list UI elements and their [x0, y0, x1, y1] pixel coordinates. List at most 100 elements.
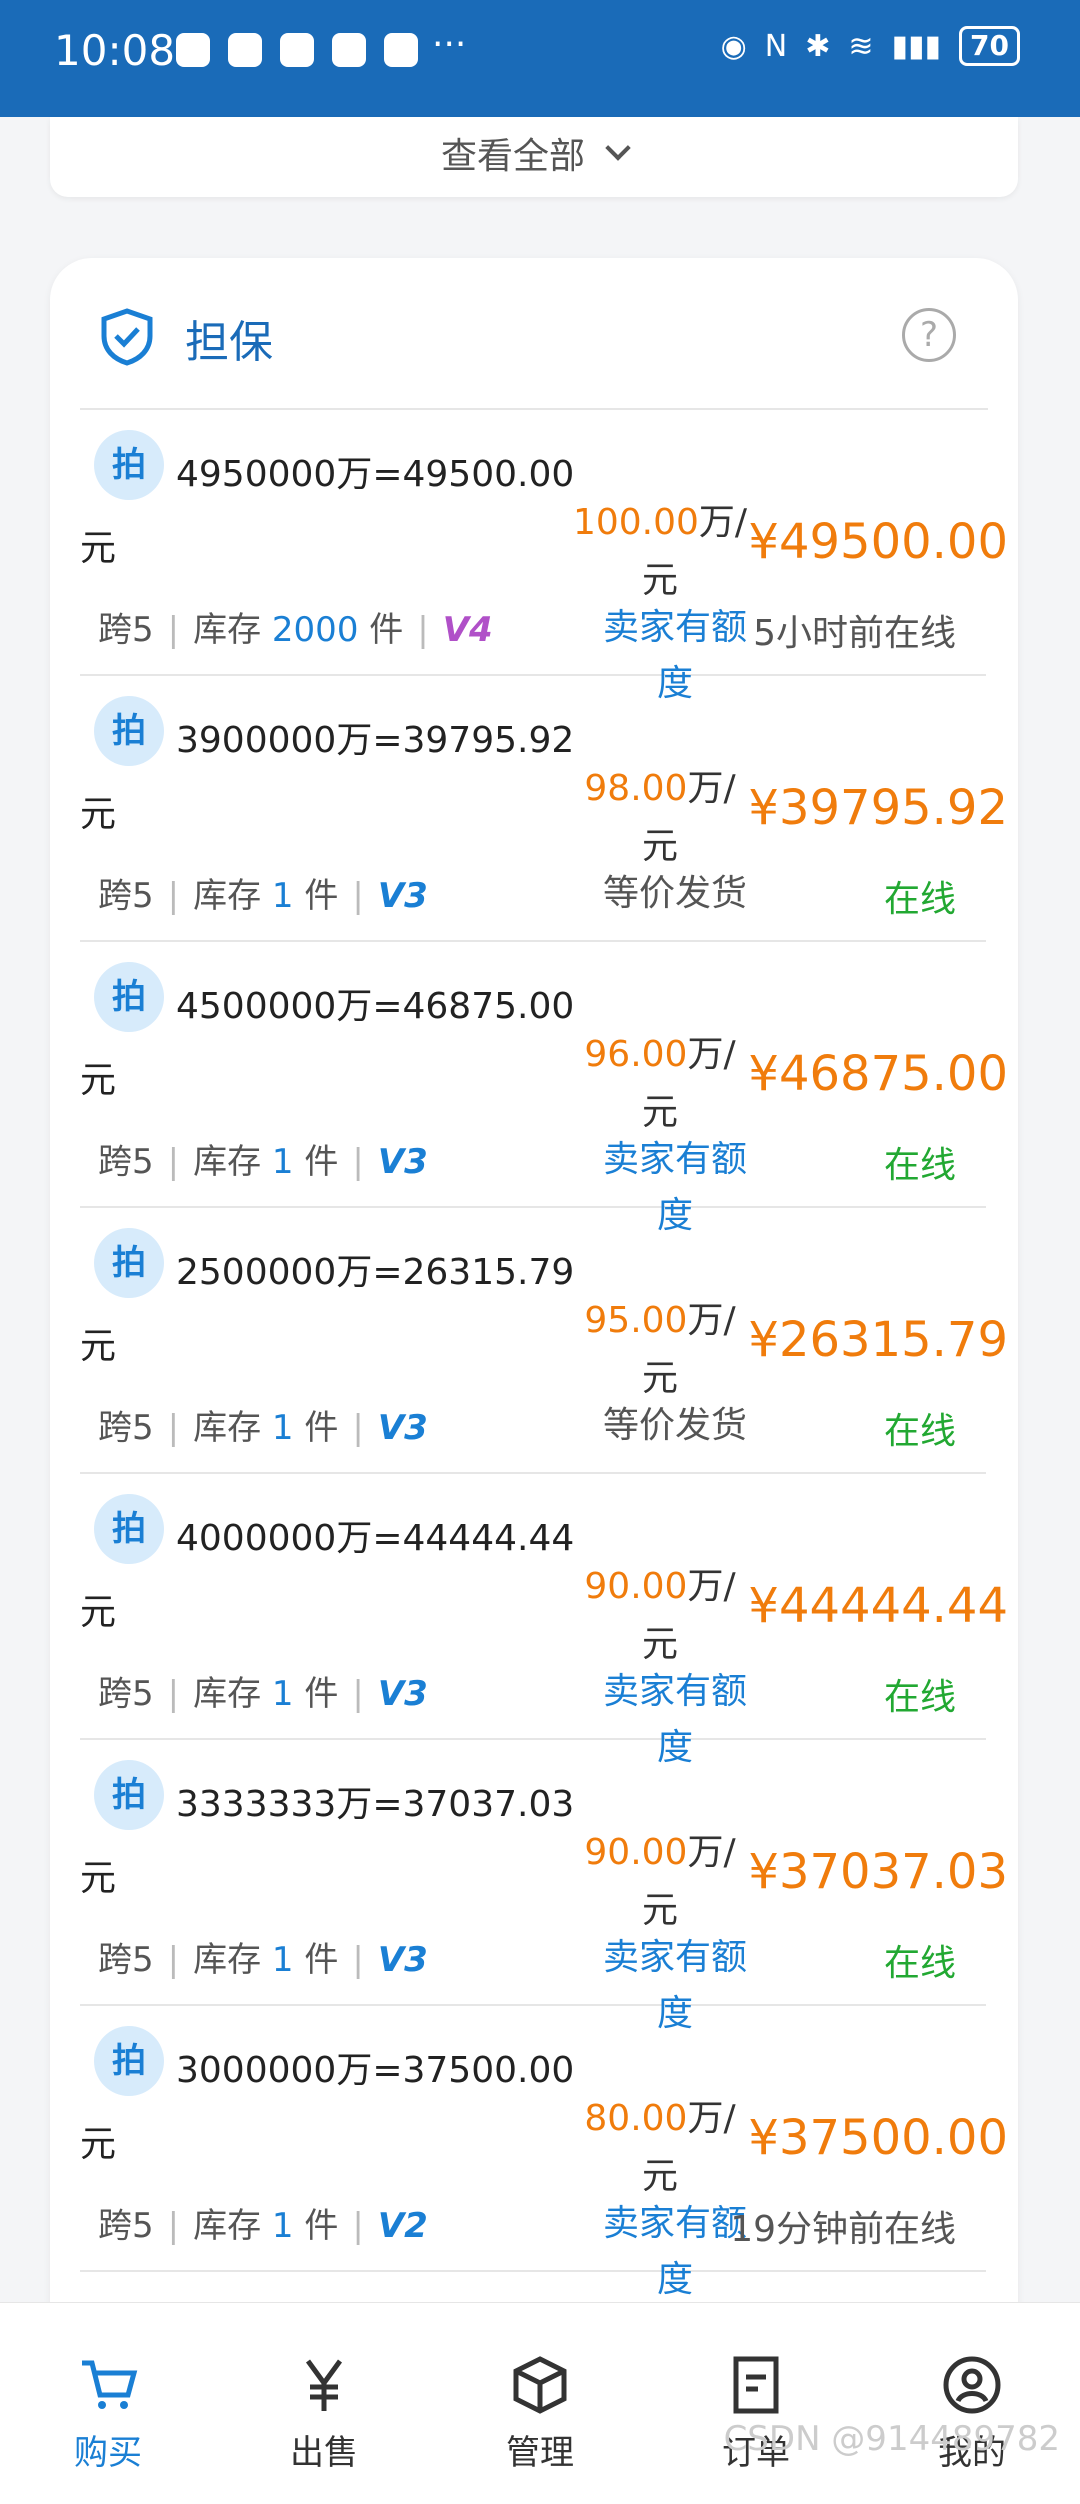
listing-meta: 跨5 | 库存 2000 件 | V4 — [98, 602, 493, 651]
listing-description: 3900000万=39795.92元 — [80, 720, 575, 835]
online-status: 在线 — [883, 879, 956, 920]
unit-price: 90.00万/元 — [570, 1824, 750, 1940]
order-icon — [733, 2356, 779, 2414]
cross-server: 跨5 — [98, 1408, 154, 1448]
unit-price: 96.00万/元 — [570, 1026, 750, 1142]
online-status: 在线 — [883, 1145, 956, 1186]
listing-row[interactable]: 拍 4950000万=49500.00元 100.00万/元 ¥49500.00 跨5 |… — [80, 410, 1008, 704]
total-price: ¥37037.03 — [748, 1844, 1008, 1900]
stock-label: 库存 — [193, 610, 262, 650]
listing-description: 2500000万=26315.79元 — [80, 1252, 575, 1367]
listing-meta: 跨5 | 库存 1 件 | V2 — [98, 2198, 428, 2247]
cross-server: 跨5 — [98, 1674, 154, 1714]
app-notification-icon — [228, 33, 262, 67]
listing-meta: 跨5 | 库存 1 件 | V3 — [98, 1134, 428, 1183]
help-icon[interactable]: ? — [902, 308, 956, 362]
listing-row[interactable]: 拍 3000000万=37500.00元 80.00万/元 ¥37500.00 跨5 | 库… — [80, 2006, 1008, 2300]
stock-unit: 件 — [304, 876, 339, 916]
unit-price-value: 98.00 — [584, 768, 688, 809]
separator: | — [417, 610, 429, 650]
more-notifications-icon: ··· — [432, 24, 467, 65]
section-title: 担保 — [185, 317, 273, 368]
unit-price: 80.00万/元 — [570, 2090, 750, 2206]
separator: | — [352, 1408, 364, 1448]
separator: | — [167, 1408, 180, 1448]
online-status: 在线 — [883, 1677, 956, 1718]
separator: | — [167, 610, 180, 650]
unit-price: 90.00万/元 — [570, 1558, 750, 1674]
tab-manage-label: 管理 — [506, 2433, 574, 2473]
battery-icon: 70 — [959, 26, 1020, 66]
listing-row[interactable]: 拍 4000000万=44444.44元 90.00万/元 ¥44444.44 跨5 | 库… — [80, 1474, 1008, 1768]
cross-server: 跨5 — [98, 1940, 154, 1980]
seller-level-badge: V3 — [377, 1940, 428, 1980]
signal-icon: ▮▮▮ — [891, 28, 942, 64]
tab-sell[interactable]: 出售 — [244, 2353, 404, 2474]
listing-meta: 跨5 | 库存 1 件 | V3 — [98, 868, 428, 917]
seller-level-badge: V3 — [377, 876, 428, 916]
wifi-icon: ≋ — [848, 28, 874, 64]
listing-description: 4500000万=46875.00元 — [80, 986, 575, 1101]
message-icon — [280, 33, 314, 67]
stock-label: 库存 — [193, 1142, 262, 1182]
stock-unit: 件 — [369, 610, 404, 650]
stock-count: 1 — [271, 1940, 294, 1980]
tab-manage[interactable]: 管理 — [460, 2353, 620, 2474]
separator: | — [167, 1142, 180, 1182]
listing-row[interactable]: 拍 3900000万=39795.92元 98.00万/元 ¥39795.92 跨5 | 库… — [80, 676, 1008, 942]
stock-unit: 件 — [304, 1142, 339, 1182]
system-icons: ◉ N ✱ ≋ ▮▮▮ 70 — [721, 26, 1020, 66]
nfc-icon: N — [764, 28, 788, 64]
listing-row[interactable]: 拍 2500000万=26315.79元 95.00万/元 ¥26315.79 跨5 | 库… — [80, 1208, 1008, 1474]
stock-unit: 件 — [304, 2206, 339, 2246]
total-price: ¥26315.79 — [748, 1312, 1008, 1368]
unit-price-value: 80.00 — [584, 2098, 688, 2139]
stock-label: 库存 — [193, 1408, 262, 1448]
stock-label: 库存 — [193, 1940, 262, 1980]
separator: | — [167, 876, 180, 916]
card-header: 担保 ? — [50, 258, 1018, 408]
status-bar: 10:08 ··· ◉ N ✱ ≋ ▮▮▮ 70 — [0, 0, 1080, 117]
unit-price-value: 95.00 — [584, 1300, 688, 1341]
stock-label: 库存 — [193, 2206, 262, 2246]
stock-label: 库存 — [193, 1674, 262, 1714]
tab-buy[interactable]: 购买 — [28, 2353, 188, 2474]
unit-price-value: 96.00 — [584, 1034, 688, 1075]
seller-level-badge: V3 — [377, 1674, 428, 1714]
cart-icon — [82, 2360, 138, 2409]
unit-price-value: 90.00 — [584, 1832, 688, 1873]
listing-meta: 跨5 | 库存 1 件 | V3 — [98, 1666, 428, 1715]
cross-server: 跨5 — [98, 1142, 154, 1182]
unit-price: 95.00万/元 — [570, 1292, 750, 1408]
listing-meta: 跨5 | 库存 1 件 | V3 — [98, 1932, 428, 1981]
stock-unit: 件 — [304, 1940, 339, 1980]
stock-count: 1 — [271, 1142, 294, 1182]
unit-price-value: 90.00 — [584, 1566, 688, 1607]
seller-level-badge: V3 — [377, 1142, 428, 1182]
listing-row[interactable]: 拍 4500000万=46875.00元 96.00万/元 ¥46875.00 跨5 | 库… — [80, 942, 1008, 1236]
listing-row[interactable]: 拍 3333333万=37037.03元 90.00万/元 ¥37037.03 跨5 | 库… — [80, 1740, 1008, 2034]
eye-icon: ◉ — [720, 28, 747, 64]
listing-description: 3000000万=37500.00元 — [80, 2050, 575, 2165]
unit-price-value: 100.00 — [572, 502, 699, 543]
separator: | — [352, 876, 364, 916]
stock-count: 1 — [271, 876, 294, 916]
total-price: ¥39795.92 — [748, 780, 1008, 836]
total-price: ¥46875.00 — [748, 1046, 1008, 1102]
notification-icons — [176, 33, 418, 67]
seller-tag: 等价发货 — [602, 1405, 747, 1446]
tab-sell-label: 出售 — [290, 2433, 358, 2473]
total-price: ¥37500.00 — [748, 2110, 1008, 2166]
cross-server: 跨5 — [98, 610, 154, 650]
yuan-icon — [305, 2359, 343, 2411]
status-time: 10:08 — [54, 26, 176, 75]
stock-unit: 件 — [304, 1408, 339, 1448]
stock-count: 2000 — [271, 610, 359, 650]
box-icon — [513, 2356, 567, 2414]
separator: | — [352, 1940, 364, 1980]
view-all-button[interactable]: 查看全部 — [441, 127, 631, 179]
online-status: 在线 — [883, 1943, 956, 1984]
app-notification-icon — [384, 33, 418, 67]
seller-level-badge: V2 — [377, 2206, 428, 2246]
collapsed-section-footer: 查看全部 — [50, 117, 1018, 197]
